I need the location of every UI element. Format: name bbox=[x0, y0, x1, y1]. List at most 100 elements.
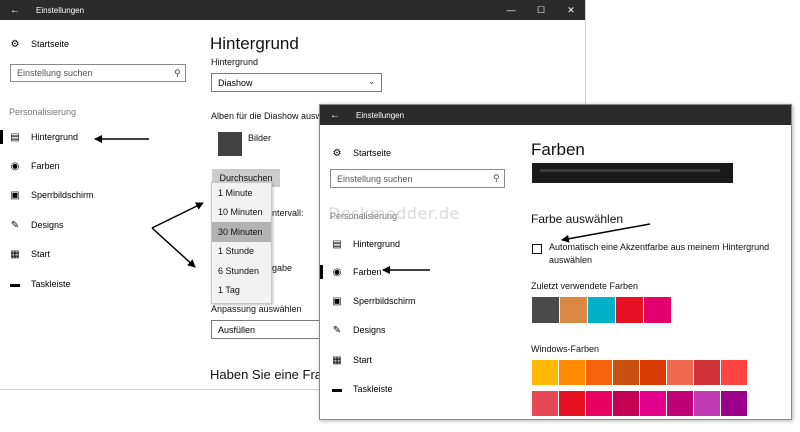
background-label: Hintergrund bbox=[211, 57, 259, 67]
recent-color-swatch[interactable] bbox=[616, 297, 643, 323]
chevron-down-icon: ⌄ bbox=[368, 77, 375, 86]
minimize-button[interactable]: — bbox=[496, 0, 526, 20]
maximize-button[interactable]: ☐ bbox=[526, 0, 556, 20]
recent-colors-label: Zuletzt verwendete Farben bbox=[531, 281, 639, 291]
title-bar: ← Einstellungen bbox=[320, 105, 791, 125]
choose-color-heading: Farbe auswählen bbox=[531, 212, 624, 226]
title-bar: ← Einstellungen — ☐ ✕ bbox=[0, 0, 585, 20]
windows-color-swatch[interactable] bbox=[586, 391, 612, 416]
windows-color-swatch[interactable] bbox=[721, 360, 747, 385]
lock-screen-icon: ▣ bbox=[332, 295, 342, 307]
sidebar-item-start[interactable]: ▦ Start bbox=[330, 352, 372, 368]
sidebar-item-designs[interactable]: ✎ Designs bbox=[8, 217, 64, 233]
interval-option[interactable]: 10 Minuten bbox=[212, 203, 271, 223]
sidebar-item-label: Taskleiste bbox=[353, 384, 393, 394]
sidebar-item-label: Hintergrund bbox=[31, 132, 79, 142]
windows-color-swatch[interactable] bbox=[613, 391, 639, 416]
sidebar-item-farben[interactable]: ◉ Farben bbox=[8, 158, 60, 174]
gear-icon: ⚙ bbox=[10, 38, 20, 50]
windows-color-swatch[interactable] bbox=[694, 391, 720, 416]
interval-option[interactable]: 6 Stunden bbox=[212, 261, 271, 281]
search-input[interactable]: Einstellung suchen ⚲ bbox=[10, 64, 186, 82]
search-input[interactable]: Einstellung suchen ⚲ bbox=[330, 169, 505, 188]
album-thumbnail[interactable] bbox=[218, 132, 242, 156]
shuffle-label: gabe bbox=[272, 263, 293, 273]
windows-color-swatch[interactable] bbox=[559, 360, 585, 385]
nav-home-label: Startseite bbox=[31, 39, 70, 49]
windows-color-swatch[interactable] bbox=[559, 391, 585, 416]
windows-color-swatch[interactable] bbox=[532, 391, 558, 416]
section-personalization: Personalisierung bbox=[9, 107, 77, 117]
auto-accent-checkbox[interactable] bbox=[532, 244, 542, 254]
windows-color-swatch[interactable] bbox=[667, 391, 693, 416]
sidebar-item-sperrbildschirm[interactable]: ▣ Sperrbildschirm bbox=[8, 187, 93, 203]
sidebar-item-farben[interactable]: ◉ Farben bbox=[320, 264, 382, 280]
window-title: Einstellungen bbox=[356, 110, 405, 120]
search-placeholder: Einstellung suchen bbox=[337, 173, 413, 184]
sidebar-item-hintergrund[interactable]: ▤ Hintergrund bbox=[0, 129, 79, 145]
albums-label: Alben für die Diashow ausw bbox=[211, 111, 323, 121]
interval-dropdown-list[interactable]: 1 Minute 10 Minuten 30 Minuten 1 Stunde … bbox=[211, 182, 272, 304]
page-title: Hintergrund bbox=[210, 34, 299, 53]
windows-color-swatch[interactable] bbox=[721, 391, 747, 416]
recent-color-swatch[interactable] bbox=[532, 297, 559, 323]
recent-color-swatch[interactable] bbox=[560, 297, 587, 323]
windows-color-swatch[interactable] bbox=[586, 360, 612, 385]
interval-option[interactable]: 1 Minute bbox=[212, 183, 271, 203]
windows-color-swatch[interactable] bbox=[667, 360, 693, 385]
auto-accent-label-line1: Automatisch eine Akzentfarbe aus meinem … bbox=[549, 242, 770, 252]
lock-screen-icon: ▣ bbox=[10, 189, 20, 201]
windows-color-swatch[interactable] bbox=[613, 360, 639, 385]
sidebar-item-label: Farben bbox=[31, 161, 60, 171]
back-arrow-icon[interactable]: ← bbox=[0, 0, 30, 20]
sidebar-item-designs[interactable]: ✎ Designs bbox=[330, 322, 386, 338]
recent-color-swatch[interactable] bbox=[644, 297, 671, 323]
sidebar-item-hintergrund[interactable]: ▤ Hintergrund bbox=[330, 236, 400, 252]
nav-home-label: Startseite bbox=[353, 148, 392, 158]
nav-home[interactable]: ⚙ Startseite bbox=[330, 145, 392, 161]
fit-label: Anpassung auswählen bbox=[211, 304, 302, 314]
sidebar-item-taskleiste[interactable]: ▬ Taskleiste bbox=[8, 276, 71, 292]
sidebar-item-start[interactable]: ▦ Start bbox=[8, 246, 50, 262]
back-arrow-icon[interactable]: ← bbox=[320, 105, 350, 125]
sidebar-item-sperrbildschirm[interactable]: ▣ Sperrbildschirm bbox=[330, 293, 416, 309]
settings-window-colors: ← Einstellungen ⚙ Startseite Einstellung… bbox=[319, 104, 792, 420]
theme-preview bbox=[532, 163, 733, 183]
background-select[interactable]: Diashow ⌄ bbox=[211, 73, 382, 92]
sidebar-item-label: Start bbox=[31, 249, 51, 259]
selected-indicator bbox=[320, 265, 323, 279]
interval-option-selected[interactable]: 30 Minuten bbox=[212, 222, 271, 242]
interval-option[interactable]: 1 Stunde bbox=[212, 242, 271, 262]
fit-select[interactable]: Ausfüllen bbox=[211, 320, 326, 339]
sidebar-item-label: Designs bbox=[31, 220, 64, 230]
taskbar-icon: ▬ bbox=[332, 383, 342, 395]
sidebar-item-label: Farben bbox=[353, 267, 382, 277]
sidebar-item-label: Designs bbox=[353, 325, 386, 335]
sidebar-item-taskleiste[interactable]: ▬ Taskleiste bbox=[330, 381, 393, 397]
recent-color-swatch[interactable] bbox=[588, 297, 615, 323]
windows-color-swatch[interactable] bbox=[694, 360, 720, 385]
sidebar-item-label: Start bbox=[353, 355, 373, 365]
designs-icon: ✎ bbox=[10, 219, 20, 231]
auto-accent-label-line2: auswählen bbox=[549, 255, 593, 265]
search-icon: ⚲ bbox=[493, 173, 500, 183]
windows-color-swatch[interactable] bbox=[640, 391, 666, 416]
start-icon: ▦ bbox=[332, 354, 342, 366]
page-title: Farben bbox=[531, 140, 585, 159]
watermark: Deskmodder.de bbox=[328, 204, 460, 223]
sidebar-item-label: Sperrbildschirm bbox=[353, 296, 416, 306]
image-icon: ▤ bbox=[10, 131, 20, 143]
taskbar-icon: ▬ bbox=[10, 278, 20, 290]
selected-indicator bbox=[0, 130, 3, 144]
fit-select-value: Ausfüllen bbox=[218, 324, 256, 335]
windows-color-swatch[interactable] bbox=[532, 360, 558, 385]
palette-icon: ◉ bbox=[332, 266, 342, 278]
sidebar-item-label: Hintergrund bbox=[353, 239, 401, 249]
search-placeholder: Einstellung suchen bbox=[17, 68, 93, 78]
close-button[interactable]: ✕ bbox=[556, 0, 585, 20]
interval-option[interactable]: 1 Tag bbox=[212, 281, 271, 301]
windows-color-swatch[interactable] bbox=[640, 360, 666, 385]
image-icon: ▤ bbox=[332, 238, 342, 250]
nav-home[interactable]: ⚙ Startseite bbox=[8, 36, 70, 52]
windows-colors-label: Windows-Farben bbox=[531, 344, 600, 354]
